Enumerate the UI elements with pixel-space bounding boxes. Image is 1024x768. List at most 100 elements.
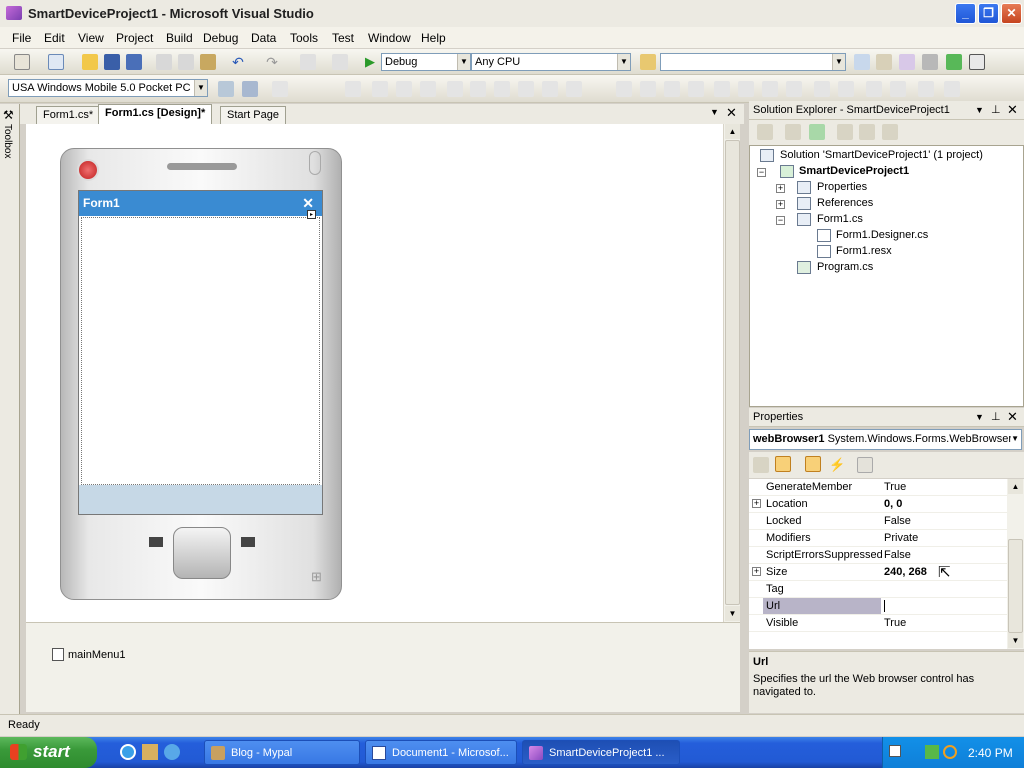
menu-test[interactable]: Test <box>332 31 354 45</box>
copy-icon[interactable] <box>178 54 194 70</box>
property-row[interactable]: ScriptErrorsSuppressed False <box>749 547 1007 564</box>
pane-dropdown-icon[interactable]: ▼ <box>975 105 984 115</box>
properties-window-icon[interactable] <box>876 54 892 70</box>
open-file-icon[interactable] <box>82 54 98 70</box>
property-row[interactable]: GenerateMember True <box>749 479 1007 496</box>
softkey-left-icon[interactable] <box>149 537 163 547</box>
send-to-back-icon[interactable] <box>890 81 906 97</box>
v-spacing-decrease-icon[interactable] <box>762 81 778 97</box>
close-document-icon[interactable]: ✕ <box>726 105 737 121</box>
webbrowser-control[interactable] <box>81 217 320 485</box>
tree-node-form1[interactable]: Form1.cs <box>817 213 863 225</box>
property-row-selected[interactable]: Url <box>749 598 1007 615</box>
scroll-down-arrow-icon[interactable]: ▼ <box>1008 633 1023 648</box>
platform-select[interactable]: Any CPU ▼ <box>471 53 631 71</box>
pin-icon[interactable]: ⊥ <box>991 103 1001 116</box>
scroll-thumb[interactable] <box>725 140 740 605</box>
align-left-icon[interactable] <box>345 81 361 97</box>
tree-node-form1-designer[interactable]: Form1.Designer.cs <box>836 229 928 241</box>
property-row[interactable]: Modifiers Private <box>749 530 1007 547</box>
property-row[interactable]: Visible True <box>749 615 1007 632</box>
cut-icon[interactable] <box>156 54 172 70</box>
refresh-icon[interactable] <box>809 124 825 140</box>
size-to-grid-icon[interactable] <box>566 81 582 97</box>
quicklaunch-app-icon[interactable] <box>142 744 158 760</box>
expand-icon[interactable]: + <box>776 184 785 193</box>
scroll-up-arrow-icon[interactable]: ▲ <box>725 124 740 139</box>
target-device-select[interactable]: USA Windows Mobile 5.0 Pocket PC R2 ▼ <box>8 79 208 97</box>
close-pane-icon[interactable]: ✕ <box>1007 409 1018 425</box>
menu-edit[interactable]: Edit <box>44 31 65 45</box>
solution-explorer-icon[interactable] <box>854 54 870 70</box>
categorized-icon[interactable] <box>753 457 769 473</box>
collapse-icon[interactable]: − <box>757 168 766 177</box>
minimize-button[interactable]: _ <box>955 3 976 24</box>
properties-view-icon[interactable] <box>805 456 821 472</box>
object-browser-icon[interactable] <box>899 54 915 70</box>
v-spacing-increase-icon[interactable] <box>738 81 754 97</box>
properties-icon[interactable] <box>785 124 801 140</box>
smart-tag-icon[interactable]: ▸ <box>307 210 316 219</box>
align-center-icon[interactable] <box>372 81 388 97</box>
tree-node-properties[interactable]: Properties <box>817 181 867 193</box>
maximize-button[interactable]: ❐ <box>978 3 999 24</box>
same-width-icon[interactable] <box>494 81 510 97</box>
scroll-thumb[interactable] <box>1008 539 1023 633</box>
close-button[interactable]: ✕ <box>1001 3 1022 24</box>
form-title-bar[interactable]: Form1 ✕ <box>79 191 322 216</box>
v-spacing-equal-icon[interactable] <box>714 81 730 97</box>
command-window-icon[interactable] <box>969 54 985 70</box>
form-menu-bar[interactable] <box>79 485 322 514</box>
menu-window[interactable]: Window <box>368 31 411 45</box>
undo-icon[interactable]: ↶ <box>230 54 246 70</box>
property-row[interactable]: Tag <box>749 581 1007 598</box>
menu-project[interactable]: Project <box>116 31 153 45</box>
menu-file[interactable]: File <box>12 31 31 45</box>
tab-dropdown-icon[interactable]: ▼ <box>710 107 719 117</box>
start-page-icon[interactable] <box>946 54 962 70</box>
toolbox-strip[interactable]: ⚒ Toolbox <box>0 104 20 716</box>
tab-form1-design[interactable]: Form1.cs [Design]* <box>98 104 213 124</box>
redo-icon[interactable]: ↷ <box>264 54 280 70</box>
quicklaunch-browser-icon[interactable] <box>164 744 180 760</box>
dpad-icon[interactable] <box>173 527 231 579</box>
center-vertically-icon[interactable] <box>838 81 854 97</box>
menu-debug[interactable]: Debug <box>203 31 238 45</box>
h-spacing-remove-icon[interactable] <box>688 81 704 97</box>
align-top-icon[interactable] <box>420 81 436 97</box>
tree-node-project[interactable]: SmartDeviceProject1 <box>799 165 909 177</box>
property-row[interactable]: + Location 0, 0 <box>749 496 1007 513</box>
align-right-icon[interactable] <box>396 81 412 97</box>
property-value[interactable]: False <box>884 515 911 527</box>
menu-build[interactable]: Build <box>166 31 193 45</box>
v-spacing-remove-icon[interactable] <box>786 81 802 97</box>
find-in-files-icon[interactable] <box>640 54 656 70</box>
configuration-select[interactable]: Debug ▼ <box>381 53 471 71</box>
property-value[interactable]: 0, 0 <box>884 498 902 510</box>
view-designer-icon[interactable] <box>859 124 875 140</box>
h-spacing-decrease-icon[interactable] <box>664 81 680 97</box>
paste-icon[interactable] <box>200 54 216 70</box>
start-button[interactable]: start <box>0 737 97 768</box>
tree-node-references[interactable]: References <box>817 197 873 209</box>
tab-start-page[interactable]: Start Page <box>220 106 286 124</box>
object-selector[interactable]: webBrowser1 System.Windows.Forms.WebBrow… <box>749 429 1022 450</box>
scroll-up-arrow-icon[interactable]: ▲ <box>1008 479 1023 494</box>
collapse-icon[interactable]: − <box>776 216 785 225</box>
find-combo[interactable]: ▼ <box>660 53 846 71</box>
lock-controls-icon[interactable] <box>944 81 960 97</box>
align-middle-icon[interactable] <box>447 81 463 97</box>
designer-vertical-scrollbar[interactable]: ▲ ▼ <box>723 124 740 622</box>
main-menu-component-label[interactable]: mainMenu1 <box>68 649 125 661</box>
property-row[interactable]: Locked False <box>749 513 1007 530</box>
bring-to-front-icon[interactable] <box>866 81 882 97</box>
new-project-icon[interactable] <box>14 54 30 70</box>
menu-help[interactable]: Help <box>421 31 446 45</box>
taskbar-item-blog[interactable]: Blog - Mypal <box>204 740 360 765</box>
property-value[interactable]: False <box>884 549 911 561</box>
scroll-down-arrow-icon[interactable]: ▼ <box>725 606 740 621</box>
taskbar-item-visual-studio[interactable]: SmartDeviceProject1 ... <box>522 740 680 765</box>
search-tray-icon[interactable] <box>943 745 957 759</box>
start-debugging-icon[interactable]: ▶ <box>362 54 378 70</box>
menu-data[interactable]: Data <box>251 31 276 45</box>
